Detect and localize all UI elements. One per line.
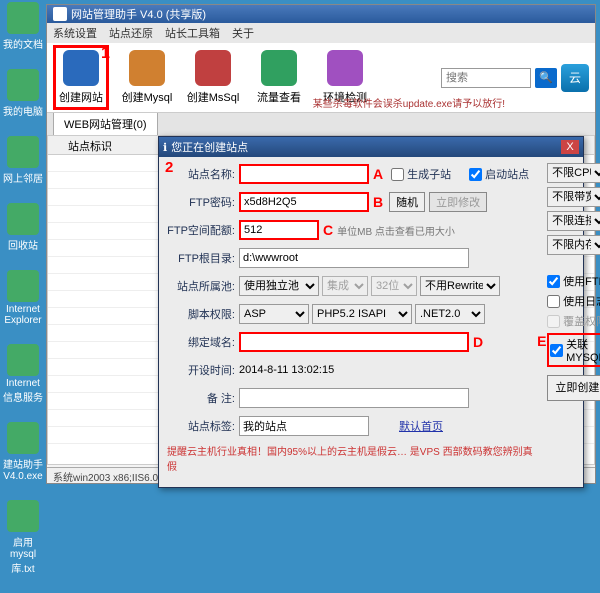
domain-input[interactable] (239, 332, 469, 352)
desktop-icon[interactable]: 我的文档 (2, 2, 44, 51)
pool-bit-select: 32位 (371, 276, 417, 296)
desktop-icon[interactable]: Internet Explorer (2, 270, 44, 326)
tool-icon (327, 50, 363, 86)
search-input[interactable] (441, 68, 531, 88)
opentime-value: 2014-8-11 13:02:15 (239, 364, 334, 376)
tag-input[interactable] (239, 416, 369, 436)
window-titlebar: 网站管理助手 V4.0 (共享版) (47, 5, 595, 23)
script-net-select[interactable]: .NET2.0 (415, 304, 485, 324)
tool-icon (261, 50, 297, 86)
script-php-select[interactable]: PHP5.2 ISAPI (312, 304, 412, 324)
ftp-quota-input[interactable] (239, 220, 319, 240)
tabs: WEB网站管理(0) (47, 113, 595, 135)
site-name-input[interactable] (239, 164, 369, 184)
remark-input[interactable] (239, 388, 469, 408)
use-log-checkbox[interactable] (547, 295, 560, 308)
gen-subsite-checkbox[interactable] (391, 168, 404, 181)
toolbar-button[interactable]: 创建MsSql (185, 50, 241, 105)
bandwidth-limit-select[interactable]: 不限带宽 (547, 187, 600, 207)
mark-d: D (473, 334, 483, 350)
close-icon[interactable]: X (561, 140, 579, 154)
conn-limit-select[interactable]: 不限连接数 (547, 211, 600, 231)
link-mysql-checkbox[interactable] (550, 344, 563, 357)
dialog-titlebar: ℹ 您正在创建站点 X (159, 137, 583, 157)
dialog-tip: 提醒云主机行业真相！国内95%以上的云主机是假云… 是VPS 西部数码教您辨别真… (167, 443, 541, 473)
desktop-icon[interactable]: 回收站 (2, 203, 44, 252)
ftp-pwd-label: FTP密码: (167, 194, 235, 210)
desktop-icon[interactable]: 建站助手 V4.0.exe (2, 422, 44, 482)
override-perm-checkbox (547, 315, 560, 328)
desktop-icon[interactable]: Internet 信息服务 (2, 344, 44, 404)
domain-label: 绑定域名: (167, 334, 235, 350)
warning-text: 某些杀毒软件会误杀update.exe请予以放行! (313, 95, 505, 110)
desktop-icon[interactable]: 网上邻居 (2, 136, 44, 185)
ftp-root-label: FTP根目录: (167, 250, 235, 266)
remark-label: 备 注: (167, 390, 235, 406)
default-home-link[interactable]: 默认首页 (399, 418, 443, 434)
quota-hint: 单位MB 点击查看已用大小 (337, 223, 455, 238)
tag-label: 站点标签: (167, 418, 235, 434)
modify-now-button: 立即修改 (429, 192, 487, 212)
menu-item[interactable]: 关于 (232, 25, 254, 41)
pool-mode-select: 集成 (322, 276, 368, 296)
toolbar-button[interactable]: 流量查看 (251, 50, 307, 105)
use-ftp-checkbox[interactable] (547, 275, 560, 288)
ftp-pwd-input[interactable] (239, 192, 369, 212)
tool-icon (129, 50, 165, 86)
pool-label: 站点所属池: (167, 278, 235, 294)
tool-icon (63, 50, 99, 86)
script-asp-select[interactable]: ASP (239, 304, 309, 324)
rewrite-select[interactable]: 不用Rewrite (420, 276, 500, 296)
pool-select[interactable]: 使用独立池 (239, 276, 319, 296)
search-icon: 🔍 (539, 71, 553, 84)
menu-item[interactable]: 系统设置 (53, 25, 97, 41)
window-title: 网站管理助手 V4.0 (共享版) (71, 6, 206, 22)
opentime-label: 开设时间: (167, 362, 235, 378)
dialog-title: 您正在创建站点 (171, 139, 248, 155)
create-now-button[interactable]: 立即创建 (547, 375, 600, 401)
menu-item[interactable]: 站点还原 (109, 25, 153, 41)
mark-c: C (323, 222, 333, 238)
script-label: 脚本权限: (167, 306, 235, 322)
menubar: 系统设置站点还原站长工具箱关于 (47, 23, 595, 43)
menu-item[interactable]: 站长工具箱 (165, 25, 220, 41)
random-button[interactable]: 随机 (389, 192, 425, 212)
highlight-2: 2 (165, 159, 173, 176)
toolbar: 创建网站创建Mysql创建MsSql流量查看环境检测 🔍 云 某些杀毒软件会误杀… (47, 43, 595, 113)
toolbar-button[interactable]: 创建Mysql (119, 50, 175, 105)
mem-limit-select[interactable]: 不限内存 (547, 235, 600, 255)
start-site-checkbox[interactable] (469, 168, 482, 181)
app-icon (53, 7, 67, 21)
cpu-limit-select[interactable]: 不限CPU (547, 163, 600, 183)
ftp-quota-label: FTP空间配额: (167, 222, 235, 238)
mark-b: B (373, 194, 383, 210)
search-button[interactable]: 🔍 (535, 68, 557, 88)
mark-a: A (373, 166, 383, 182)
desktop-icon[interactable]: 启用mysql 库.txt (2, 500, 44, 575)
create-site-dialog: ℹ 您正在创建站点 X 2 站点名称: A 生成子站 启动站点 FTP密码: B… (158, 136, 584, 488)
highlight-1: 1 (101, 45, 110, 63)
tab-web[interactable]: WEB网站管理(0) (53, 112, 158, 135)
info-icon: ℹ (163, 141, 167, 154)
desktop-icon[interactable]: 我的电脑 (2, 69, 44, 118)
mark-e: E (537, 333, 546, 349)
cloud-button[interactable]: 云 (561, 64, 589, 92)
ftp-root-input[interactable] (239, 248, 469, 268)
tool-icon (195, 50, 231, 86)
site-name-label: 站点名称: (167, 166, 235, 182)
